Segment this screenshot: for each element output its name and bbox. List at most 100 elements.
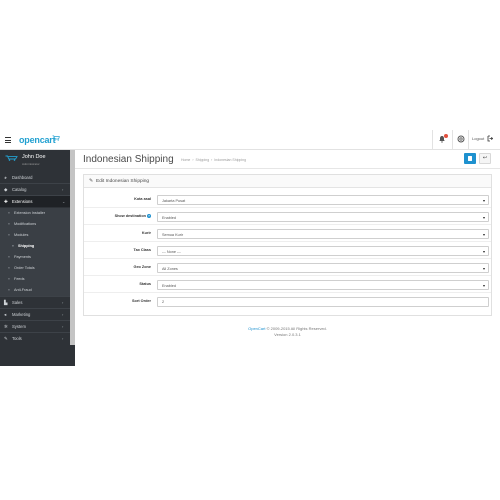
sidebar-item-label: Extension Installer bbox=[14, 211, 46, 215]
chevron-right-icon: › bbox=[62, 336, 64, 341]
form-row-sort-order: Sort Order 2 bbox=[84, 294, 491, 310]
user-profile[interactable]: John Doe Administrator bbox=[0, 150, 70, 172]
sidebar-item-extensions[interactable]: ✚ Extensions ⌄ bbox=[0, 196, 70, 207]
chevron-right-icon: › bbox=[62, 324, 64, 329]
dashboard-icon: ◕ bbox=[4, 175, 7, 180]
save-button[interactable] bbox=[464, 153, 476, 164]
chevron-right-icon: » bbox=[12, 244, 14, 248]
breadcrumb-shipping[interactable]: Shipping bbox=[196, 158, 210, 162]
header-divider bbox=[452, 130, 453, 150]
sidebar-item-label: Order Totals bbox=[14, 266, 35, 270]
support-icon[interactable] bbox=[456, 135, 466, 145]
field-label: Kota asal bbox=[134, 197, 151, 201]
footer-opencart-link[interactable]: OpenCart bbox=[248, 326, 265, 331]
share-icon: ◂ bbox=[4, 312, 7, 317]
select-value: Jakarta Pusat bbox=[162, 198, 186, 203]
form-row-geo-zone: Geo Zone All Zones bbox=[84, 260, 491, 276]
chevron-right-icon: » bbox=[8, 222, 10, 226]
field-label: Status bbox=[139, 282, 151, 286]
sidebar-item-label: Tools bbox=[12, 336, 22, 341]
chevron-down-icon: ⌄ bbox=[62, 199, 66, 204]
sidebar-item-dashboard[interactable]: ◕ Dashboard bbox=[0, 172, 70, 183]
chevron-right-icon: › bbox=[62, 187, 64, 192]
header-divider bbox=[468, 130, 469, 150]
breadcrumb-home[interactable]: Home bbox=[181, 158, 190, 162]
profile-name: John Doe bbox=[22, 154, 46, 160]
tax-class-select[interactable]: --- None --- bbox=[157, 246, 489, 256]
edit-panel: ✎ Edit Indonesian Shipping Kota asal Jak… bbox=[83, 174, 492, 316]
puzzle-icon: ✚ bbox=[4, 199, 8, 204]
sidebar-subitem-modifications[interactable]: » Modifications bbox=[0, 219, 70, 230]
sidebar-subitem-payments[interactable]: » Payments bbox=[0, 252, 70, 263]
sidebar-item-label: Catalog bbox=[12, 187, 27, 192]
title-divider bbox=[75, 168, 500, 169]
logout-link[interactable]: Logout bbox=[472, 136, 484, 141]
help-icon[interactable]: ? bbox=[147, 214, 151, 218]
sidebar-item-system[interactable]: ✲ System › bbox=[0, 321, 70, 332]
form-row-kota-asal: Kota asal Jakarta Pusat bbox=[84, 192, 491, 208]
breadcrumb: Home › Shipping › Indonesian Shipping bbox=[181, 158, 247, 162]
sidebar-item-label: Shipping bbox=[18, 244, 35, 248]
sidebar-subitem-extension-installer[interactable]: » Extension Installer bbox=[0, 208, 70, 219]
save-icon bbox=[468, 156, 472, 161]
field-label: Kurir bbox=[141, 231, 151, 235]
sidebar-item-label: Sales bbox=[12, 300, 23, 305]
caret-down-icon bbox=[483, 216, 485, 219]
cart-icon: ▙ bbox=[4, 300, 8, 305]
sidebar-subitem-anti-fraud[interactable]: » Anti-Fraud bbox=[0, 285, 70, 296]
menu-icon[interactable] bbox=[5, 137, 11, 143]
gear-icon: ✲ bbox=[4, 324, 8, 329]
sidebar-item-tools[interactable]: ✎ Tools › bbox=[0, 333, 70, 344]
breadcrumb-current[interactable]: Indonesian Shipping bbox=[214, 158, 246, 162]
sidebar-subitem-modules[interactable]: » Modules bbox=[0, 230, 70, 241]
chevron-right-icon: » bbox=[8, 233, 10, 237]
sidebar-item-label: Marketing bbox=[12, 312, 31, 317]
status-select[interactable]: Enabled bbox=[157, 280, 489, 290]
select-value: All Zones bbox=[162, 266, 178, 271]
caret-down-icon bbox=[483, 267, 485, 270]
select-value: Enabled bbox=[162, 215, 176, 220]
select-value: Enabled bbox=[162, 283, 176, 288]
opencart-logo[interactable]: opencart bbox=[19, 135, 56, 145]
tag-icon: ◆ bbox=[4, 187, 8, 192]
geo-zone-select[interactable]: All Zones bbox=[157, 263, 489, 273]
panel-heading: ✎ Edit Indonesian Shipping bbox=[84, 175, 491, 188]
back-button[interactable]: ↩ bbox=[479, 153, 491, 164]
sidebar-subitem-shipping[interactable]: » Shipping bbox=[0, 241, 70, 252]
sidebar-item-sales[interactable]: ▙ Sales › bbox=[0, 297, 70, 308]
chevron-right-icon: » bbox=[8, 288, 10, 292]
form-row-show-destination: Show destination? Enabled bbox=[84, 209, 491, 225]
app-window: opencart Logout John Doe Administrator ◕… bbox=[0, 130, 500, 366]
show-destination-select[interactable]: Enabled bbox=[157, 212, 489, 222]
sidebar-item-label: Dashboard bbox=[12, 175, 33, 180]
chevron-right-icon: » bbox=[8, 266, 10, 270]
caret-down-icon bbox=[483, 233, 485, 236]
field-label-wrap: Show destination? bbox=[115, 214, 151, 218]
kota-asal-select[interactable]: Jakarta Pusat bbox=[157, 195, 489, 205]
header-divider bbox=[432, 130, 433, 150]
profile-role: Administrator bbox=[22, 162, 40, 166]
cart-icon bbox=[52, 135, 60, 141]
sidebar-subitem-order-totals[interactable]: » Order Totals bbox=[0, 263, 70, 274]
caret-down-icon bbox=[483, 284, 485, 287]
sidebar-item-label: System bbox=[12, 324, 26, 329]
chevron-right-icon: › bbox=[62, 300, 64, 305]
wrench-icon: ✎ bbox=[4, 336, 8, 341]
top-header: opencart Logout bbox=[0, 130, 500, 150]
sidebar-item-label: Anti-Fraud bbox=[14, 288, 32, 292]
footer-copyright: © 2009-2015 All Rights Reserved. bbox=[265, 326, 327, 331]
reply-icon: ↩ bbox=[482, 155, 488, 161]
sidebar-subitem-feeds[interactable]: » Feeds bbox=[0, 274, 70, 285]
kurir-select[interactable]: Semua Kurir bbox=[157, 229, 489, 239]
sidebar-item-catalog[interactable]: ◆ Catalog › bbox=[0, 184, 70, 195]
main-content: Indonesian Shipping Home › Shipping › Indone… bbox=[75, 150, 500, 366]
pencil-icon: ✎ bbox=[89, 178, 94, 184]
sort-order-input[interactable]: 2 bbox=[157, 297, 489, 307]
sidebar-item-label: Modifications bbox=[14, 222, 37, 226]
sidebar-item-marketing[interactable]: ◂ Marketing › bbox=[0, 309, 70, 320]
field-label: Tax Class bbox=[133, 248, 151, 252]
chevron-right-icon: » bbox=[8, 255, 10, 259]
logout-icon[interactable] bbox=[487, 135, 493, 142]
chevron-right-icon: » bbox=[8, 277, 10, 281]
form-row-status: Status Enabled bbox=[84, 277, 491, 293]
